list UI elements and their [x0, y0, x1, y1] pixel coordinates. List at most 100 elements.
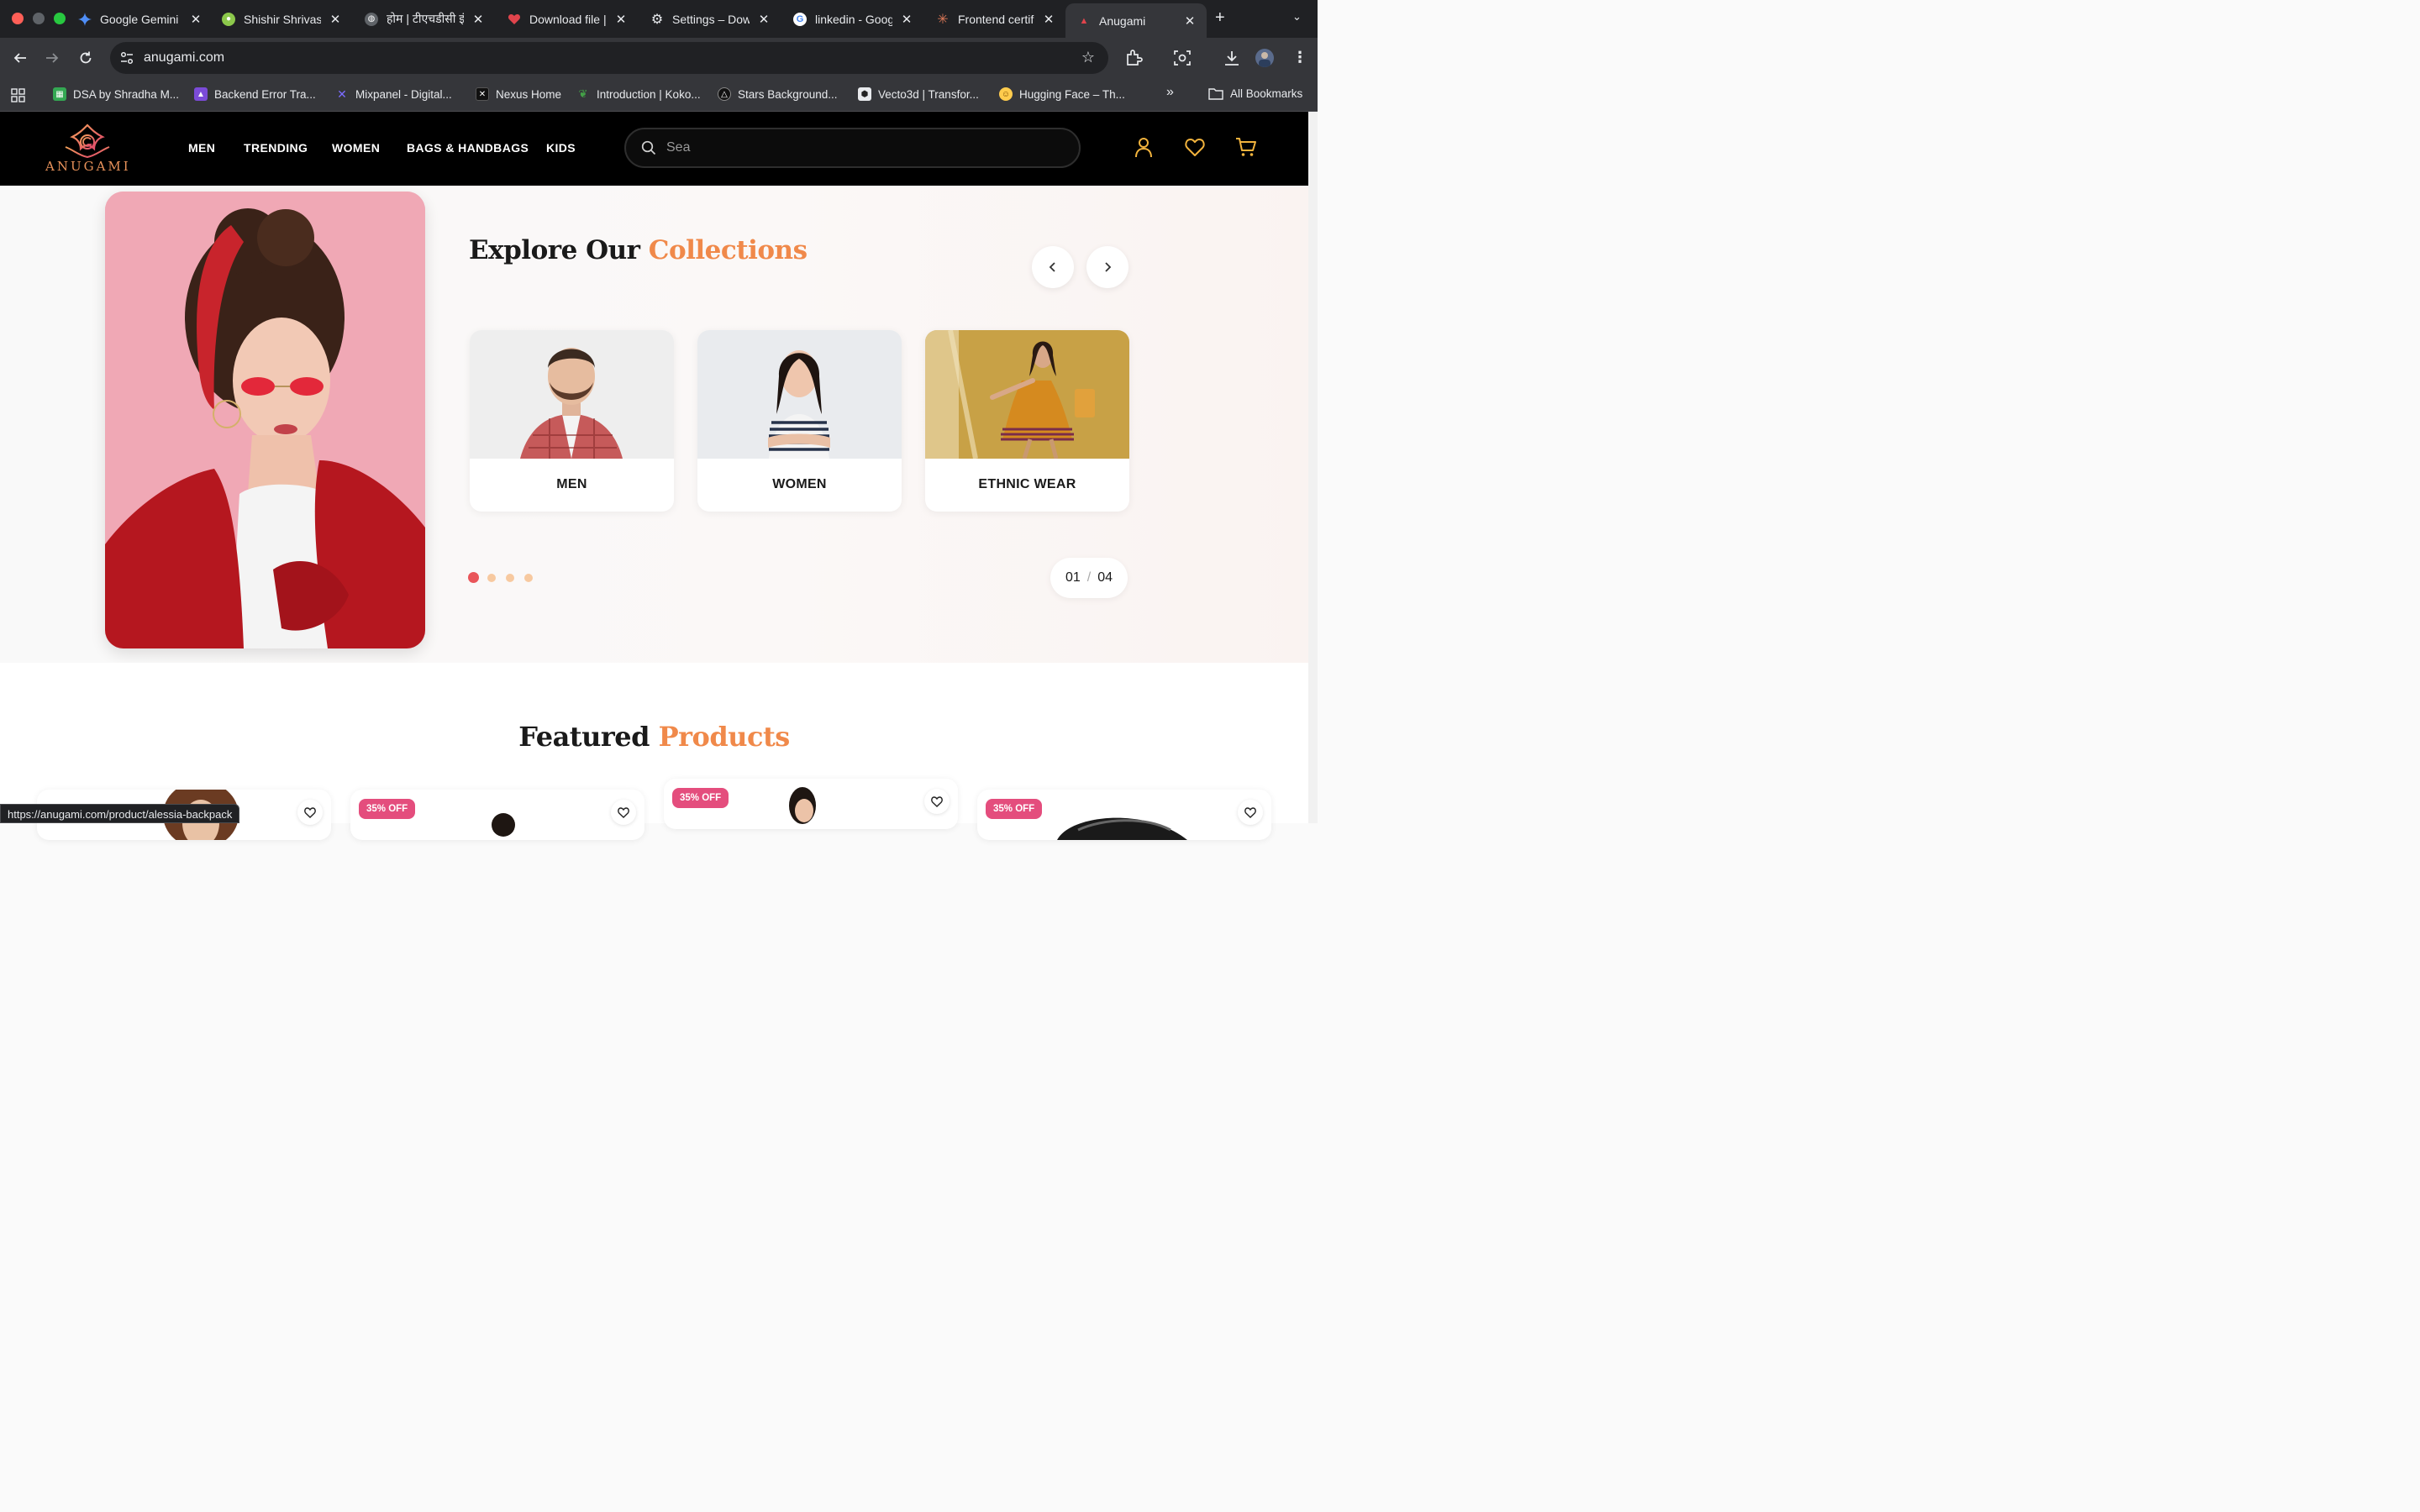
- browser-tab[interactable]: ✳ Frontend certif ✕: [936, 7, 1055, 31]
- profile-avatar[interactable]: [1255, 49, 1274, 67]
- new-tab-button[interactable]: +: [1215, 8, 1225, 28]
- collection-card-women[interactable]: WOMEN: [697, 330, 902, 512]
- close-tab-icon[interactable]: ✕: [189, 12, 203, 27]
- logo-text: ANUGAMI: [45, 159, 131, 174]
- reload-button[interactable]: [76, 48, 96, 68]
- collections-heading: Explore Our Collections: [469, 235, 808, 265]
- carousel-prev-button[interactable]: [1032, 246, 1074, 288]
- nav-trending[interactable]: TRENDING: [244, 141, 308, 155]
- nav-kids[interactable]: KIDS: [546, 141, 576, 155]
- bookmark-item[interactable]: ⬢ Vecto3d | Transfor...: [858, 87, 979, 101]
- wishlist-heart-icon[interactable]: [1184, 136, 1206, 158]
- carousel-dot[interactable]: [524, 574, 533, 582]
- search-input[interactable]: [666, 138, 1061, 158]
- collection-card-label: WOMEN: [772, 477, 827, 491]
- browser-tab[interactable]: ● Shishir Shrivas ✕: [222, 7, 342, 31]
- globe-icon: ◍: [365, 12, 378, 26]
- browser-tab[interactable]: ⚙ Settings – Dow ✕: [650, 7, 771, 31]
- back-button[interactable]: [10, 48, 30, 68]
- page-scrollbar[interactable]: [1308, 112, 1318, 823]
- url-text[interactable]: anugami.com: [144, 50, 224, 66]
- tab-title: linkedin - Goog: [815, 12, 892, 26]
- status-bar-url: https://anugami.com/product/alessia-back…: [0, 804, 240, 823]
- node-icon: ●: [222, 12, 235, 26]
- anugami-icon: ▲: [1079, 15, 1089, 26]
- product-wishlist-button[interactable]: [924, 789, 950, 814]
- browser-tab[interactable]: G linkedin - Goog ✕: [793, 7, 913, 31]
- cart-icon[interactable]: [1235, 136, 1257, 158]
- address-bar[interactable]: anugami.com ☆: [110, 42, 1108, 74]
- minimize-window-button[interactable]: [33, 13, 45, 24]
- mixpanel-icon: ✕: [337, 87, 347, 101]
- carousel-dot[interactable]: [468, 572, 479, 583]
- browser-tab[interactable]: Download file | ✕: [508, 7, 628, 31]
- close-window-button[interactable]: [12, 13, 24, 24]
- bookmark-item[interactable]: ✕ Nexus Home: [476, 87, 561, 101]
- logo-emblem-icon: [65, 123, 110, 159]
- browser-tab[interactable]: ◍ होम | टीएचडीसी इं ✕: [365, 7, 485, 31]
- arrow-left-icon: [13, 53, 26, 63]
- heart-outline-icon: [931, 795, 943, 807]
- close-tab-icon[interactable]: ✕: [757, 12, 771, 27]
- browser-tab[interactable]: Google Gemini ✕: [78, 7, 203, 31]
- browser-tab-active[interactable]: ▲ Anugami ✕: [1065, 3, 1207, 38]
- heart-outline-icon: [618, 806, 629, 818]
- product-wishlist-button[interactable]: [611, 800, 636, 825]
- close-tab-icon[interactable]: ✕: [1042, 12, 1055, 27]
- extensions-icon[interactable]: [1124, 49, 1143, 67]
- anugami-logo[interactable]: ANUGAMI: [45, 122, 129, 176]
- nav-bags-handbags[interactable]: BAGS & HANDBAGS: [407, 141, 529, 155]
- forward-button[interactable]: [42, 48, 62, 68]
- men-collection-image: [470, 330, 674, 459]
- bookmark-item[interactable]: ▦ DSA by Shradha M...: [53, 87, 179, 101]
- nav-women[interactable]: WOMEN: [332, 141, 380, 155]
- reload-icon: [80, 51, 92, 64]
- close-tab-icon[interactable]: ✕: [614, 12, 628, 27]
- chevron-right-icon: [1105, 262, 1112, 272]
- heart-icon: [508, 13, 521, 26]
- nexus-icon: ✕: [476, 87, 489, 101]
- product-card[interactable]: 35% OFF: [977, 790, 1271, 840]
- nav-men[interactable]: MEN: [188, 141, 215, 155]
- close-tab-icon[interactable]: ✕: [1183, 13, 1197, 29]
- all-bookmarks-button[interactable]: All Bookmarks: [1208, 87, 1302, 100]
- search-box: [624, 128, 1081, 168]
- bookmark-item[interactable]: ▲ Backend Error Tra...: [194, 87, 316, 101]
- close-tab-icon[interactable]: ✕: [900, 12, 913, 27]
- collection-card-men[interactable]: MEN: [470, 330, 674, 512]
- tab-title: Anugami: [1099, 13, 1146, 28]
- bookmark-star-icon[interactable]: ☆: [1081, 49, 1095, 66]
- bookmark-item[interactable]: △ Stars Background...: [718, 87, 838, 101]
- bookmark-item[interactable]: ☺ Hugging Face – Th...: [999, 87, 1125, 101]
- browser-toolbar: anugami.com ☆ ⋮: [0, 38, 1318, 79]
- collection-card-ethnic-wear[interactable]: ETHNIC WEAR: [925, 330, 1129, 512]
- hero-model-image: [105, 192, 425, 648]
- download-icon[interactable]: [1223, 49, 1241, 67]
- browser-tab-bar: Google Gemini ✕ ● Shishir Shrivas ✕ ◍ हो…: [0, 0, 1318, 38]
- maximize-window-button[interactable]: [54, 13, 66, 24]
- cube-icon: ⬢: [858, 87, 871, 101]
- carousel-dot[interactable]: [506, 574, 514, 582]
- bookmark-item[interactable]: ❦ Introduction | Koko...: [576, 87, 701, 101]
- apps-grid-icon[interactable]: [11, 88, 25, 102]
- product-card[interactable]: 35% OFF: [664, 779, 958, 829]
- carousel-dot[interactable]: [487, 574, 496, 582]
- heart-outline-icon: [1244, 806, 1256, 818]
- site-info-icon[interactable]: [118, 50, 135, 66]
- carousel-next-button[interactable]: [1086, 246, 1128, 288]
- discount-badge: 35% OFF: [672, 788, 729, 808]
- user-account-icon[interactable]: [1133, 136, 1155, 158]
- close-tab-icon[interactable]: ✕: [471, 12, 485, 27]
- screenshot-icon[interactable]: [1173, 49, 1192, 67]
- tab-search-icon[interactable]: ⌄: [1292, 10, 1302, 24]
- product-wishlist-button[interactable]: [1238, 800, 1263, 825]
- tab-title: होम | टीएचडीसी इं: [387, 12, 464, 25]
- browser-menu-icon[interactable]: ⋮: [1292, 49, 1307, 67]
- triangle-icon: ▲: [194, 87, 208, 101]
- bookmarks-overflow-button[interactable]: »: [1166, 85, 1174, 100]
- folder-icon: [1208, 88, 1223, 100]
- bookmark-item[interactable]: ✕ Mixpanel - Digital...: [335, 87, 452, 101]
- close-tab-icon[interactable]: ✕: [329, 12, 342, 27]
- product-card[interactable]: 35% OFF: [350, 790, 644, 840]
- product-wishlist-button[interactable]: [297, 800, 323, 825]
